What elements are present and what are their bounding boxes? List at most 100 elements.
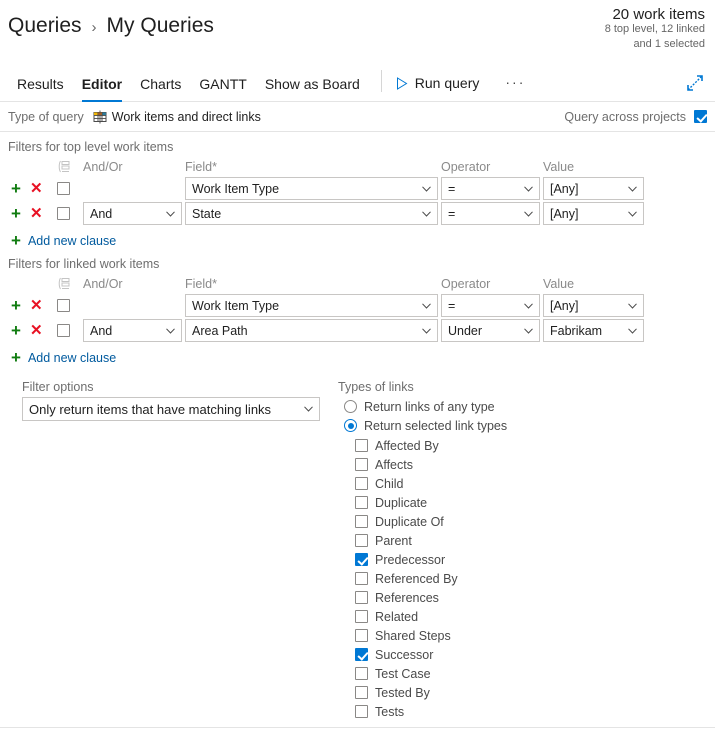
add-new-clause-linked[interactable]: + Add new clause (0, 343, 715, 366)
filter-options-group: Filter options Only return items that ha… (0, 380, 330, 721)
link-type-checkbox[interactable] (355, 496, 368, 509)
work-item-breakdown-line1: 8 top level, 12 linked (604, 23, 705, 35)
link-type-affects[interactable]: Affects (355, 455, 507, 474)
link-type-test-case[interactable]: Test Case (355, 664, 507, 683)
value-dropdown[interactable]: Fabrikam (543, 319, 644, 342)
breadcrumb-item-my-queries[interactable]: My Queries (107, 14, 214, 38)
link-type-referenced-by[interactable]: Referenced By (355, 569, 507, 588)
link-type-checkbox[interactable] (355, 534, 368, 547)
operator-dropdown[interactable]: = (441, 202, 540, 225)
value-dropdown[interactable]: [Any] (543, 294, 644, 317)
row-group-checkbox[interactable] (57, 207, 70, 220)
link-type-related[interactable]: Related (355, 607, 507, 626)
field-dropdown[interactable]: Area Path (185, 319, 438, 342)
top-level-filters-title: Filters for top level work items (8, 140, 174, 154)
tab-show-as-board[interactable]: Show as Board (256, 77, 369, 101)
full-screen-icon[interactable] (685, 73, 705, 93)
link-type-checkbox[interactable] (355, 572, 368, 585)
row-group-checkbox[interactable] (57, 182, 70, 195)
operator-dropdown[interactable]: = (441, 294, 540, 317)
operator-value: Under (448, 323, 483, 338)
tab-gantt[interactable]: GANTT (190, 77, 255, 101)
tab-editor[interactable]: Editor (73, 77, 131, 102)
link-type-shared-steps[interactable]: Shared Steps (355, 626, 507, 645)
link-type-checkbox[interactable] (355, 705, 368, 718)
link-type-checkbox[interactable] (355, 686, 368, 699)
link-type-label: Predecessor (375, 552, 446, 567)
table-row: + ✕ Work Item Type = [Any] (0, 176, 715, 201)
column-header-andor: And/Or (83, 277, 123, 291)
operator-dropdown[interactable]: = (441, 177, 540, 200)
link-type-predecessor[interactable]: Predecessor (355, 550, 507, 569)
group-clauses-header[interactable] (57, 277, 83, 290)
bottom-options: Filter options Only return items that ha… (0, 366, 715, 721)
link-type-checkbox[interactable] (355, 458, 368, 471)
radio-return-selected-link-types[interactable]: Return selected link types (338, 416, 507, 435)
chevron-down-icon (524, 302, 533, 309)
more-options-button[interactable]: ··· (497, 75, 533, 101)
value-dropdown[interactable]: [Any] (543, 202, 644, 225)
radio-button[interactable] (344, 400, 357, 413)
add-icon: + (11, 231, 21, 250)
andor-dropdown[interactable] (83, 177, 185, 200)
link-type-tests[interactable]: Tests (355, 702, 507, 721)
link-type-checkbox[interactable] (355, 648, 368, 661)
delete-clause-icon[interactable]: ✕ (30, 298, 43, 313)
delete-clause-icon[interactable]: ✕ (30, 323, 43, 338)
add-clause-icon[interactable]: + (11, 297, 21, 314)
value-text: Fabrikam (550, 323, 603, 338)
add-clause-icon[interactable]: + (11, 322, 21, 339)
group-clauses-header[interactable] (57, 160, 83, 173)
radio-return-any-link-type[interactable]: Return links of any type (338, 397, 507, 416)
link-type-successor[interactable]: Successor (355, 645, 507, 664)
breadcrumb: Queries › My Queries (8, 14, 214, 38)
field-dropdown[interactable]: State (185, 202, 438, 225)
run-query-button[interactable]: Run query (396, 75, 479, 101)
link-type-duplicate[interactable]: Duplicate (355, 493, 507, 512)
tab-list: Results Editor Charts GANTT Show as Boar… (0, 62, 369, 102)
add-clause-icon[interactable]: + (11, 205, 21, 222)
add-new-clause-top-level[interactable]: + Add new clause (0, 226, 715, 249)
query-type-selector[interactable]: Work items and direct links (93, 110, 261, 124)
field-dropdown[interactable]: Work Item Type (185, 294, 438, 317)
add-clause-icon[interactable]: + (11, 180, 21, 197)
filter-options-dropdown[interactable]: Only return items that have matching lin… (22, 397, 320, 421)
row-group-checkbox[interactable] (57, 324, 70, 337)
query-across-projects-toggle[interactable]: Query across projects (564, 110, 707, 124)
column-header-operator: Operator (441, 160, 491, 174)
andor-dropdown[interactable] (83, 294, 185, 317)
link-type-checkbox[interactable] (355, 629, 368, 642)
link-type-affected-by[interactable]: Affected By (355, 436, 507, 455)
link-type-checkbox[interactable] (355, 515, 368, 528)
link-type-child[interactable]: Child (355, 474, 507, 493)
tab-charts[interactable]: Charts (131, 77, 190, 101)
value-dropdown[interactable]: [Any] (543, 177, 644, 200)
field-dropdown[interactable]: Work Item Type (185, 177, 438, 200)
radio-button[interactable] (344, 419, 357, 432)
delete-clause-icon[interactable]: ✕ (30, 181, 43, 196)
table-header-row: And/Or Field* Operator Value (0, 157, 715, 176)
link-type-checkbox[interactable] (355, 610, 368, 623)
query-across-projects-checkbox[interactable] (694, 110, 707, 123)
link-type-label: Affected By (375, 438, 439, 453)
link-type-checkbox[interactable] (355, 667, 368, 680)
row-group-checkbox[interactable] (57, 299, 70, 312)
link-type-checkbox[interactable] (355, 477, 368, 490)
link-type-label: Affects (375, 457, 413, 472)
link-type-parent[interactable]: Parent (355, 531, 507, 550)
link-type-checkbox[interactable] (355, 553, 368, 566)
table-row: + ✕ And State = [Any] (0, 201, 715, 226)
link-type-tested-by[interactable]: Tested By (355, 683, 507, 702)
query-type-value: Work items and direct links (111, 109, 261, 124)
delete-clause-icon[interactable]: ✕ (30, 206, 43, 221)
andor-dropdown[interactable]: And (83, 202, 182, 225)
operator-dropdown[interactable]: Under (441, 319, 540, 342)
link-type-checkbox[interactable] (355, 439, 368, 452)
andor-dropdown[interactable]: And (83, 319, 182, 342)
tab-results[interactable]: Results (8, 77, 73, 101)
link-type-checkbox[interactable] (355, 591, 368, 604)
link-type-duplicate-of[interactable]: Duplicate Of (355, 512, 507, 531)
page-header: Queries › My Queries 20 work items 8 top… (0, 0, 715, 62)
link-type-references[interactable]: References (355, 588, 507, 607)
breadcrumb-item-queries[interactable]: Queries (8, 14, 82, 38)
